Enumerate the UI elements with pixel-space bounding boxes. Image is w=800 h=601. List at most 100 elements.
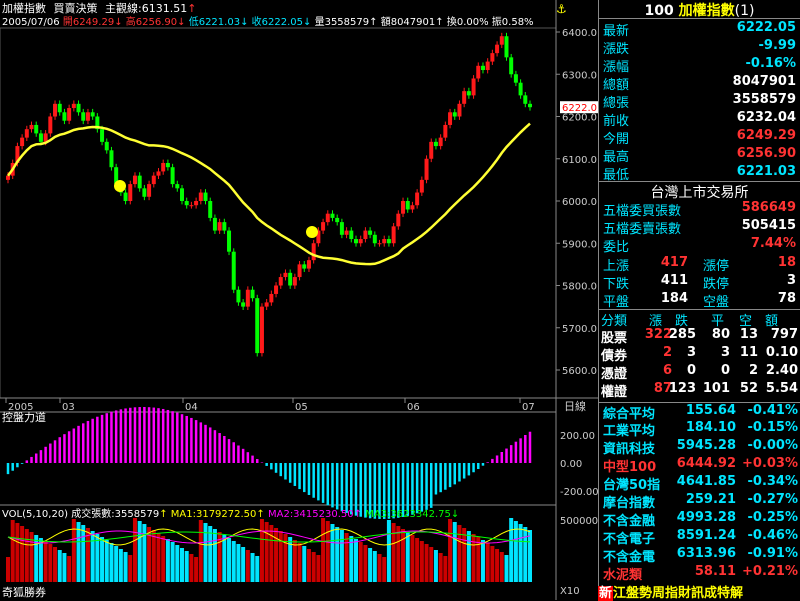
quote-title[interactable]: 100 加權指數(1) (599, 0, 800, 19)
up-arrow-icon: ↑ (256, 509, 265, 520)
index-name: 資訊科技 (603, 442, 656, 457)
quote-suffix: (1) (734, 3, 755, 19)
volume-bar (175, 545, 180, 582)
volume-bar (236, 544, 241, 582)
index-value: 5945.28 (676, 438, 736, 453)
breadth-row: 平盤 184 空盤 78 (601, 291, 798, 310)
volume-bar (118, 549, 123, 582)
candle-body (429, 141, 434, 159)
quote-row-value: 3558579 (732, 92, 796, 107)
volume-bar (62, 553, 67, 582)
date-tick-label: 03 (62, 402, 75, 413)
price-tick-label: 5800.0 (562, 282, 597, 293)
anchor-icon[interactable]: ⚓ (556, 2, 567, 16)
candle-body (180, 188, 184, 201)
header-turnover: 換0.00% (446, 17, 489, 28)
date-tick-label: 07 (522, 402, 535, 413)
index-row[interactable]: 不含金融 4993.28 -0.25% (599, 510, 800, 529)
volume-bar (386, 520, 391, 582)
exchange-row-value: 7.44% (750, 236, 796, 251)
footer-ticker[interactable]: 新江盤勢周指財訊成特解 (598, 582, 800, 601)
breadth-value: 78 (777, 291, 796, 306)
candle-body (396, 213, 401, 227)
breadth-label: 跌停 (703, 277, 730, 292)
quote-row-value: 8047901 (732, 74, 796, 89)
candle-body (471, 78, 476, 96)
quote-row: 最高 6256.90 (601, 146, 798, 165)
candle-body (259, 306, 264, 354)
breadth-label: 漲停 (703, 259, 730, 274)
ma3-label: MA3:3623342.75 (365, 509, 451, 520)
volume-bar (203, 523, 208, 582)
candle-body (217, 222, 222, 231)
candle-body (480, 65, 485, 71)
volume-bar (48, 544, 53, 582)
candle-body (194, 201, 199, 206)
category-cell: 3 (686, 345, 696, 360)
index-row[interactable]: 摩台指數 259.21 -0.27% (599, 492, 800, 511)
index-value: 6313.96 (676, 546, 736, 561)
volume-bar (114, 546, 119, 582)
index-row[interactable]: 資訊科技 5945.28 -0.00% (599, 438, 800, 457)
volume-bar (189, 554, 194, 582)
quote-row-label: 前收 (603, 114, 630, 129)
category-cell: 797 (770, 327, 798, 342)
index-row[interactable]: 綜合平均 155.64 -0.41% (599, 402, 800, 422)
volume-bar (10, 520, 15, 582)
index-row[interactable]: 工業平均 184.10 -0.15% (599, 420, 800, 439)
index-name: 中型100 (603, 460, 657, 475)
category-row: 權證 87 123 101 52 5.54 (599, 381, 800, 400)
volume-bar (325, 521, 330, 582)
candle-body (151, 175, 156, 185)
volume-bar (95, 534, 100, 582)
volume-bar (180, 548, 184, 582)
index-value: 155.64 (685, 403, 736, 418)
quote-row-value: -0.16% (745, 56, 797, 71)
ma2-label: MA2:3415230.50 (267, 509, 354, 520)
up-arrow-icon: ↑ (435, 17, 444, 28)
breadth-row: 上漲 417 漲停 18 (601, 255, 798, 274)
date-tick-label: 04 (185, 402, 198, 413)
candle-body (161, 162, 166, 172)
volume-bar (90, 531, 95, 582)
candle-body (53, 103, 58, 117)
header-volume: 量3558579 (314, 17, 370, 28)
down-arrow-icon: ↓ (114, 17, 123, 28)
candle-body (306, 260, 311, 269)
candle-body (335, 217, 340, 223)
candle-body (184, 201, 189, 206)
candle-body (85, 112, 90, 121)
index-row[interactable]: 不含電子 8591.24 -0.46% (599, 528, 800, 547)
index-name: 不含金融 (603, 514, 656, 529)
breadth-value: 411 (660, 273, 688, 288)
candle-body (128, 184, 133, 201)
candle-body (203, 192, 208, 201)
volume-bar (410, 535, 415, 582)
breadth-value: 3 (786, 273, 796, 288)
exchange-row-label: 五檔委買張數 (603, 204, 682, 219)
breadth-row: 下跌 411 跌停 3 (601, 273, 798, 292)
volume-bar (255, 556, 260, 582)
index-scrollbar[interactable] (787, 402, 797, 580)
volume-bar (528, 530, 532, 582)
index-row[interactable]: 不含金電 6313.96 -0.91% (599, 546, 800, 565)
candle-body (170, 167, 175, 185)
volume-bar (419, 541, 424, 582)
down-arrow-icon: ↓ (450, 509, 460, 520)
chart-area[interactable]: 6400.0 6300.0 6200.0 6100.0 6000.0 5900.0 5800… (0, 0, 598, 600)
candle-body (490, 53, 495, 62)
candle-body (29, 124, 34, 130)
category-name: 債券 (601, 349, 628, 364)
volume-bar (490, 546, 495, 582)
index-row[interactable]: 台灣50指 4641.85 -0.34% (599, 474, 800, 493)
index-row[interactable]: 中型100 6444.92 +0.03% (599, 456, 800, 475)
exchange-row: 五檔委賣張數 505415 (601, 218, 798, 237)
down-arrow-icon: ↓ (177, 17, 186, 28)
volume-bar (523, 527, 528, 582)
volume-bar (504, 555, 509, 582)
candle-body (137, 175, 142, 189)
date-tick-label: 05 (295, 402, 308, 413)
category-row: 債券 2 3 3 11 0.10 (599, 345, 800, 364)
index-row[interactable]: 水泥類 58.11 +0.21% (599, 564, 800, 583)
category-row: 憑證 6 0 0 2 2.40 (599, 363, 800, 382)
